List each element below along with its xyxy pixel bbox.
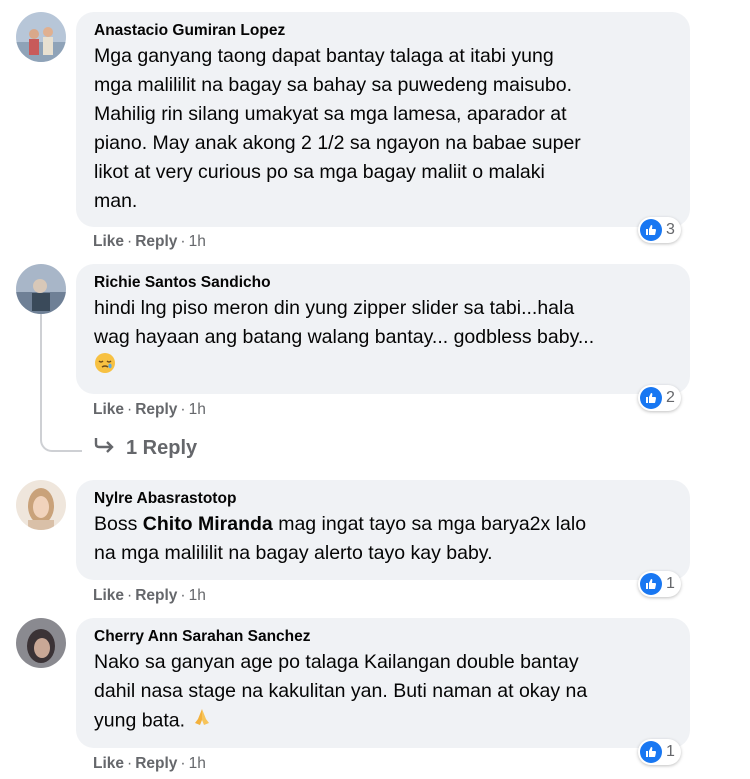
comment-text: Nako sa ganyan age po talaga Kailangan d…: [94, 648, 672, 737]
thumbs-up-icon: [640, 387, 662, 409]
comment-text: hindi lng piso meron din yung zipper sli…: [94, 294, 672, 383]
comment-author[interactable]: Cherry Ann Sarahan Sanchez: [94, 628, 672, 646]
reaction-count[interactable]: 1: [638, 739, 681, 765]
like-button[interactable]: Like: [93, 755, 124, 772]
view-replies-label[interactable]: 1 Reply: [126, 437, 197, 460]
timestamp[interactable]: 1h: [189, 233, 206, 250]
reaction-count[interactable]: 3: [638, 217, 681, 243]
timestamp[interactable]: 1h: [189, 587, 206, 604]
reply-button[interactable]: Reply: [135, 755, 177, 772]
comment-bubble: Cherry Ann Sarahan Sanchez Nako sa ganya…: [76, 618, 690, 748]
reaction-count[interactable]: 1: [638, 571, 681, 597]
thumbs-up-icon: [640, 219, 662, 241]
comment-actions: Like · Reply · 1h: [93, 401, 206, 418]
timestamp[interactable]: 1h: [189, 401, 206, 418]
comment-actions: Like · Reply · 1h: [93, 755, 206, 772]
mention-link[interactable]: Chito Miranda: [143, 513, 273, 535]
reaction-count-label: 2: [666, 389, 675, 406]
reply-button[interactable]: Reply: [135, 233, 177, 250]
sleepy-face-icon: [94, 352, 116, 383]
comment-actions: Like · Reply · 1h: [93, 233, 206, 250]
reaction-count-label: 1: [666, 743, 675, 760]
like-button[interactable]: Like: [93, 401, 124, 418]
folded-hands-icon: [191, 706, 213, 737]
reply-thread-elbow: [40, 436, 82, 452]
reaction-count-label: 1: [666, 575, 675, 592]
reaction-count-label: 3: [666, 221, 675, 238]
avatar[interactable]: [16, 264, 66, 314]
reply-thread-line: [40, 312, 42, 436]
comment-bubble: Anastacio Gumiran Lopez Mga ganyang taon…: [76, 12, 690, 227]
comment-actions: Like · Reply · 1h: [93, 587, 206, 604]
avatar[interactable]: [16, 618, 66, 668]
reply-arrow-icon: [94, 436, 116, 460]
comment-author[interactable]: Richie Santos Sandicho: [94, 274, 672, 292]
thumbs-up-icon: [640, 573, 662, 595]
avatar[interactable]: [16, 480, 66, 530]
comment-author[interactable]: Anastacio Gumiran Lopez: [94, 22, 672, 40]
like-button[interactable]: Like: [93, 233, 124, 250]
reply-button[interactable]: Reply: [135, 401, 177, 418]
timestamp[interactable]: 1h: [189, 755, 206, 772]
reply-button[interactable]: Reply: [135, 587, 177, 604]
thumbs-up-icon: [640, 741, 662, 763]
comment-author[interactable]: Nylre Abasrastotop: [94, 490, 672, 508]
comment-bubble: Nylre Abasrastotop Boss Chito Miranda ma…: [76, 480, 690, 580]
avatar[interactable]: [16, 12, 66, 62]
view-replies-link[interactable]: 1 Reply: [94, 436, 197, 460]
comment-text: Boss Chito Miranda mag ingat tayo sa mga…: [94, 513, 587, 564]
comment-text: Mga ganyang taong dapat bantay talaga at…: [94, 45, 581, 212]
reaction-count[interactable]: 2: [638, 385, 681, 411]
like-button[interactable]: Like: [93, 587, 124, 604]
comment-bubble: Richie Santos Sandicho hindi lng piso me…: [76, 264, 690, 394]
